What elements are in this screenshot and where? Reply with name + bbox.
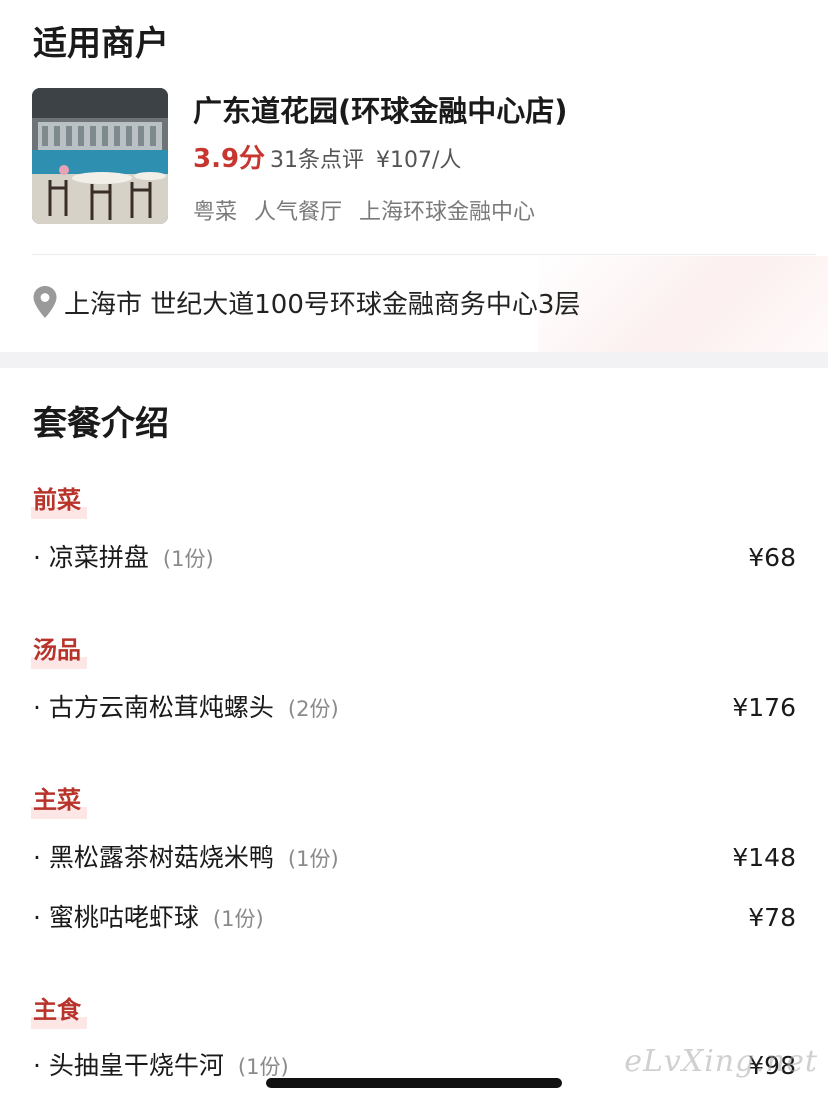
location-pin-icon: [33, 286, 57, 318]
store-tags: 粤菜 人气餐厅 上海环球金融中心: [193, 194, 545, 226]
menu-item: · 蜜桃咕咾虾球 (1份) ¥78: [33, 898, 796, 934]
menu-item-name: · 黑松露茶树菇烧米鸭: [33, 843, 274, 872]
store-address: 上海市 世纪大道100号环球金融商务中心3层: [64, 289, 581, 320]
menu-item-name: · 头抽皇干烧牛河: [33, 1051, 224, 1080]
menu-item: · 凉菜拼盘 (1份) ¥68: [33, 538, 796, 574]
menu-item-price: ¥148: [732, 843, 796, 872]
menu-item-name: · 凉菜拼盘: [33, 543, 149, 572]
store-tag: 粤菜: [193, 200, 238, 225]
section-gap: [0, 352, 828, 368]
menu-item-name: · 蜜桃咕咾虾球: [33, 903, 199, 932]
review-count[interactable]: 31条点评: [270, 142, 364, 174]
category-label: 主食: [31, 990, 87, 1029]
package-section-title: 套餐介绍: [33, 404, 169, 444]
store-score: 3.9分: [193, 144, 266, 174]
store-name[interactable]: 广东道花园(环球金融中心店): [193, 88, 568, 130]
store-photo-image: [32, 88, 168, 224]
menu-item-qty: (1份): [162, 547, 214, 571]
decorative-background: [538, 256, 828, 352]
merchant-card: 适用商户 广东道花园(环球金融中心店) 3.9分 31条点评 ¥107/人 粤菜…: [0, 0, 828, 352]
menu-item: · 黑松露茶树菇烧米鸭 (1份) ¥148: [33, 838, 796, 874]
menu-item-qty: (2份): [287, 697, 339, 721]
menu-item-price: ¥176: [732, 693, 796, 722]
watermark: eLvXing.net: [624, 1044, 818, 1079]
store-tag: 上海环球金融中心: [359, 200, 536, 225]
address-row[interactable]: 上海市 世纪大道100号环球金融商务中心3层: [32, 282, 580, 322]
store-photo[interactable]: [32, 88, 168, 224]
category-label: 前菜: [31, 480, 87, 519]
menu-item-qty: (1份): [212, 907, 264, 931]
merchant-section-title: 适用商户: [33, 24, 169, 64]
menu-item: · 古方云南松茸炖螺头 (2份) ¥176: [33, 688, 796, 724]
menu-item-price: ¥68: [748, 543, 796, 572]
category-label: 主菜: [31, 780, 87, 819]
divider: [32, 254, 816, 255]
category-label: 汤品: [31, 630, 87, 669]
menu-item-price: ¥78: [748, 903, 796, 932]
price-per-person: ¥107/人: [376, 148, 462, 173]
menu-item-qty: (1份): [287, 847, 339, 871]
store-tag: 人气餐厅: [254, 200, 343, 225]
menu-item-qty: (1份): [237, 1055, 289, 1079]
menu-item-name: · 古方云南松茸炖螺头: [33, 693, 274, 722]
home-indicator[interactable]: [266, 1078, 562, 1088]
